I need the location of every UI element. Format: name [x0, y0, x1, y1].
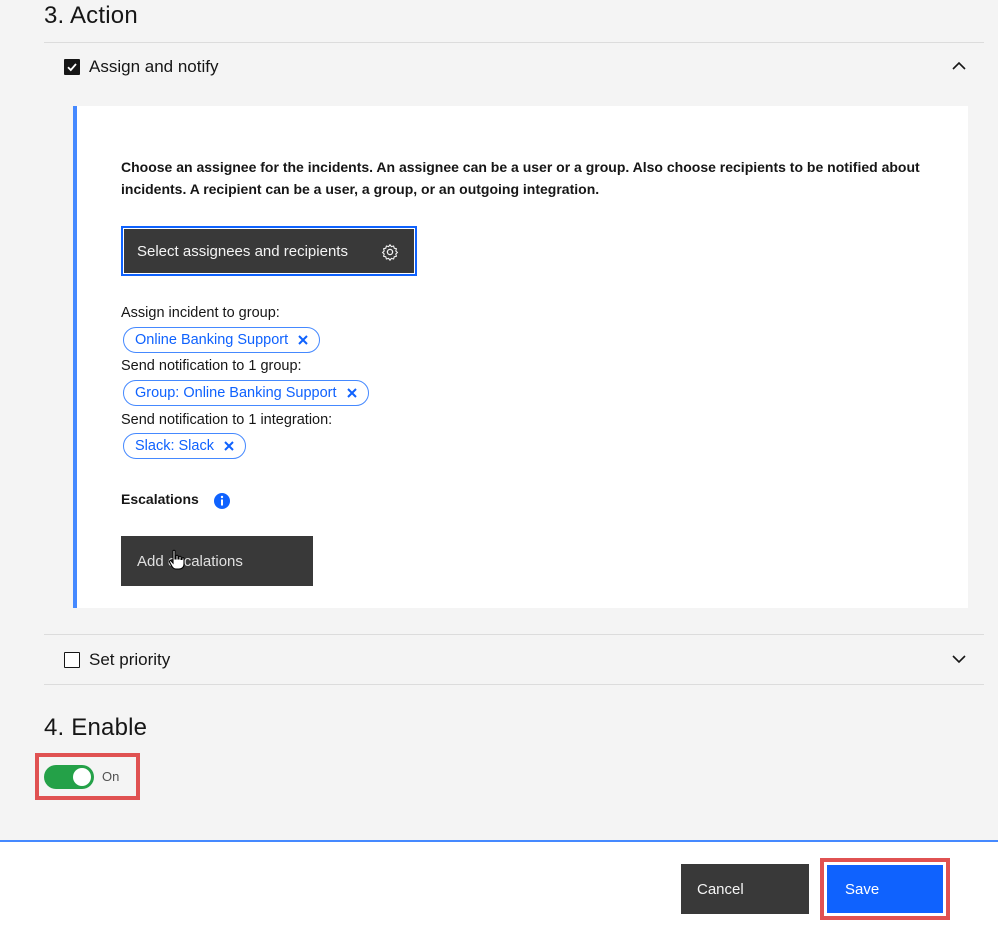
close-icon[interactable]: [297, 334, 309, 346]
footer-divider: [0, 840, 998, 842]
toggle-state-label: On: [102, 769, 120, 784]
chevron-down-icon[interactable]: [950, 650, 968, 668]
notify-group-tag-text: Group: Online Banking Support: [135, 385, 337, 401]
assign-notify-label: Assign and notify: [89, 57, 219, 76]
enable-toggle-highlight: On: [35, 753, 140, 800]
assign-notify-checkbox[interactable]: [64, 59, 80, 75]
cancel-button-label: Cancel: [697, 880, 744, 898]
rule-editor-main: 3. Action Assign and notify Choose an as…: [0, 0, 998, 840]
save-button-highlight: Save: [820, 858, 950, 920]
set-priority-accordion-header[interactable]: Set priority: [44, 636, 984, 684]
close-icon[interactable]: [346, 387, 358, 399]
notify-group-label: Send notification to 1 group:: [121, 358, 302, 374]
add-escalations-button[interactable]: Add escalations: [121, 536, 313, 586]
cancel-button[interactable]: Cancel: [681, 864, 809, 914]
toggle-knob: [73, 767, 91, 786]
action-section-title: 3. Action: [44, 2, 138, 29]
assign-notify-description: Choose an assignee for the incidents. An…: [121, 159, 920, 197]
assign-notify-panel: Choose an assignee for the incidents. An…: [73, 106, 968, 608]
assign-group-tag-text: Online Banking Support: [135, 332, 289, 348]
divider: [44, 684, 984, 685]
enable-section-title: 4. Enable: [44, 714, 148, 741]
close-icon[interactable]: [223, 440, 235, 452]
notify-group-tag: Group: Online Banking Support: [123, 380, 369, 406]
save-button-label: Save: [845, 880, 880, 898]
escalations-label: Escalations: [121, 491, 199, 507]
select-assignees-button[interactable]: Select assignees and recipients: [121, 226, 417, 276]
assign-group-tag: Online Banking Support: [123, 327, 321, 353]
notify-integration-tag: Slack: Slack: [123, 433, 246, 459]
chevron-up-icon[interactable]: [950, 57, 968, 75]
info-icon[interactable]: [213, 492, 231, 510]
assign-group-label: Assign incident to group:: [121, 305, 280, 321]
assign-notify-accordion-header[interactable]: Assign and notify: [44, 43, 984, 91]
notify-integration-tag-text: Slack: Slack: [135, 438, 214, 454]
notify-integration-label: Send notification to 1 integration:: [121, 412, 333, 428]
add-escalations-label: Add escalations: [137, 552, 243, 570]
set-priority-checkbox[interactable]: [64, 652, 80, 668]
hand-cursor-icon: [168, 549, 185, 570]
save-button[interactable]: Save: [827, 865, 943, 913]
checkmark-icon: [67, 63, 77, 72]
divider: [44, 634, 984, 635]
gear-icon: [381, 243, 399, 261]
set-priority-label: Set priority: [89, 650, 171, 669]
enable-toggle[interactable]: [44, 764, 94, 789]
select-assignees-label: Select assignees and recipients: [137, 242, 348, 260]
